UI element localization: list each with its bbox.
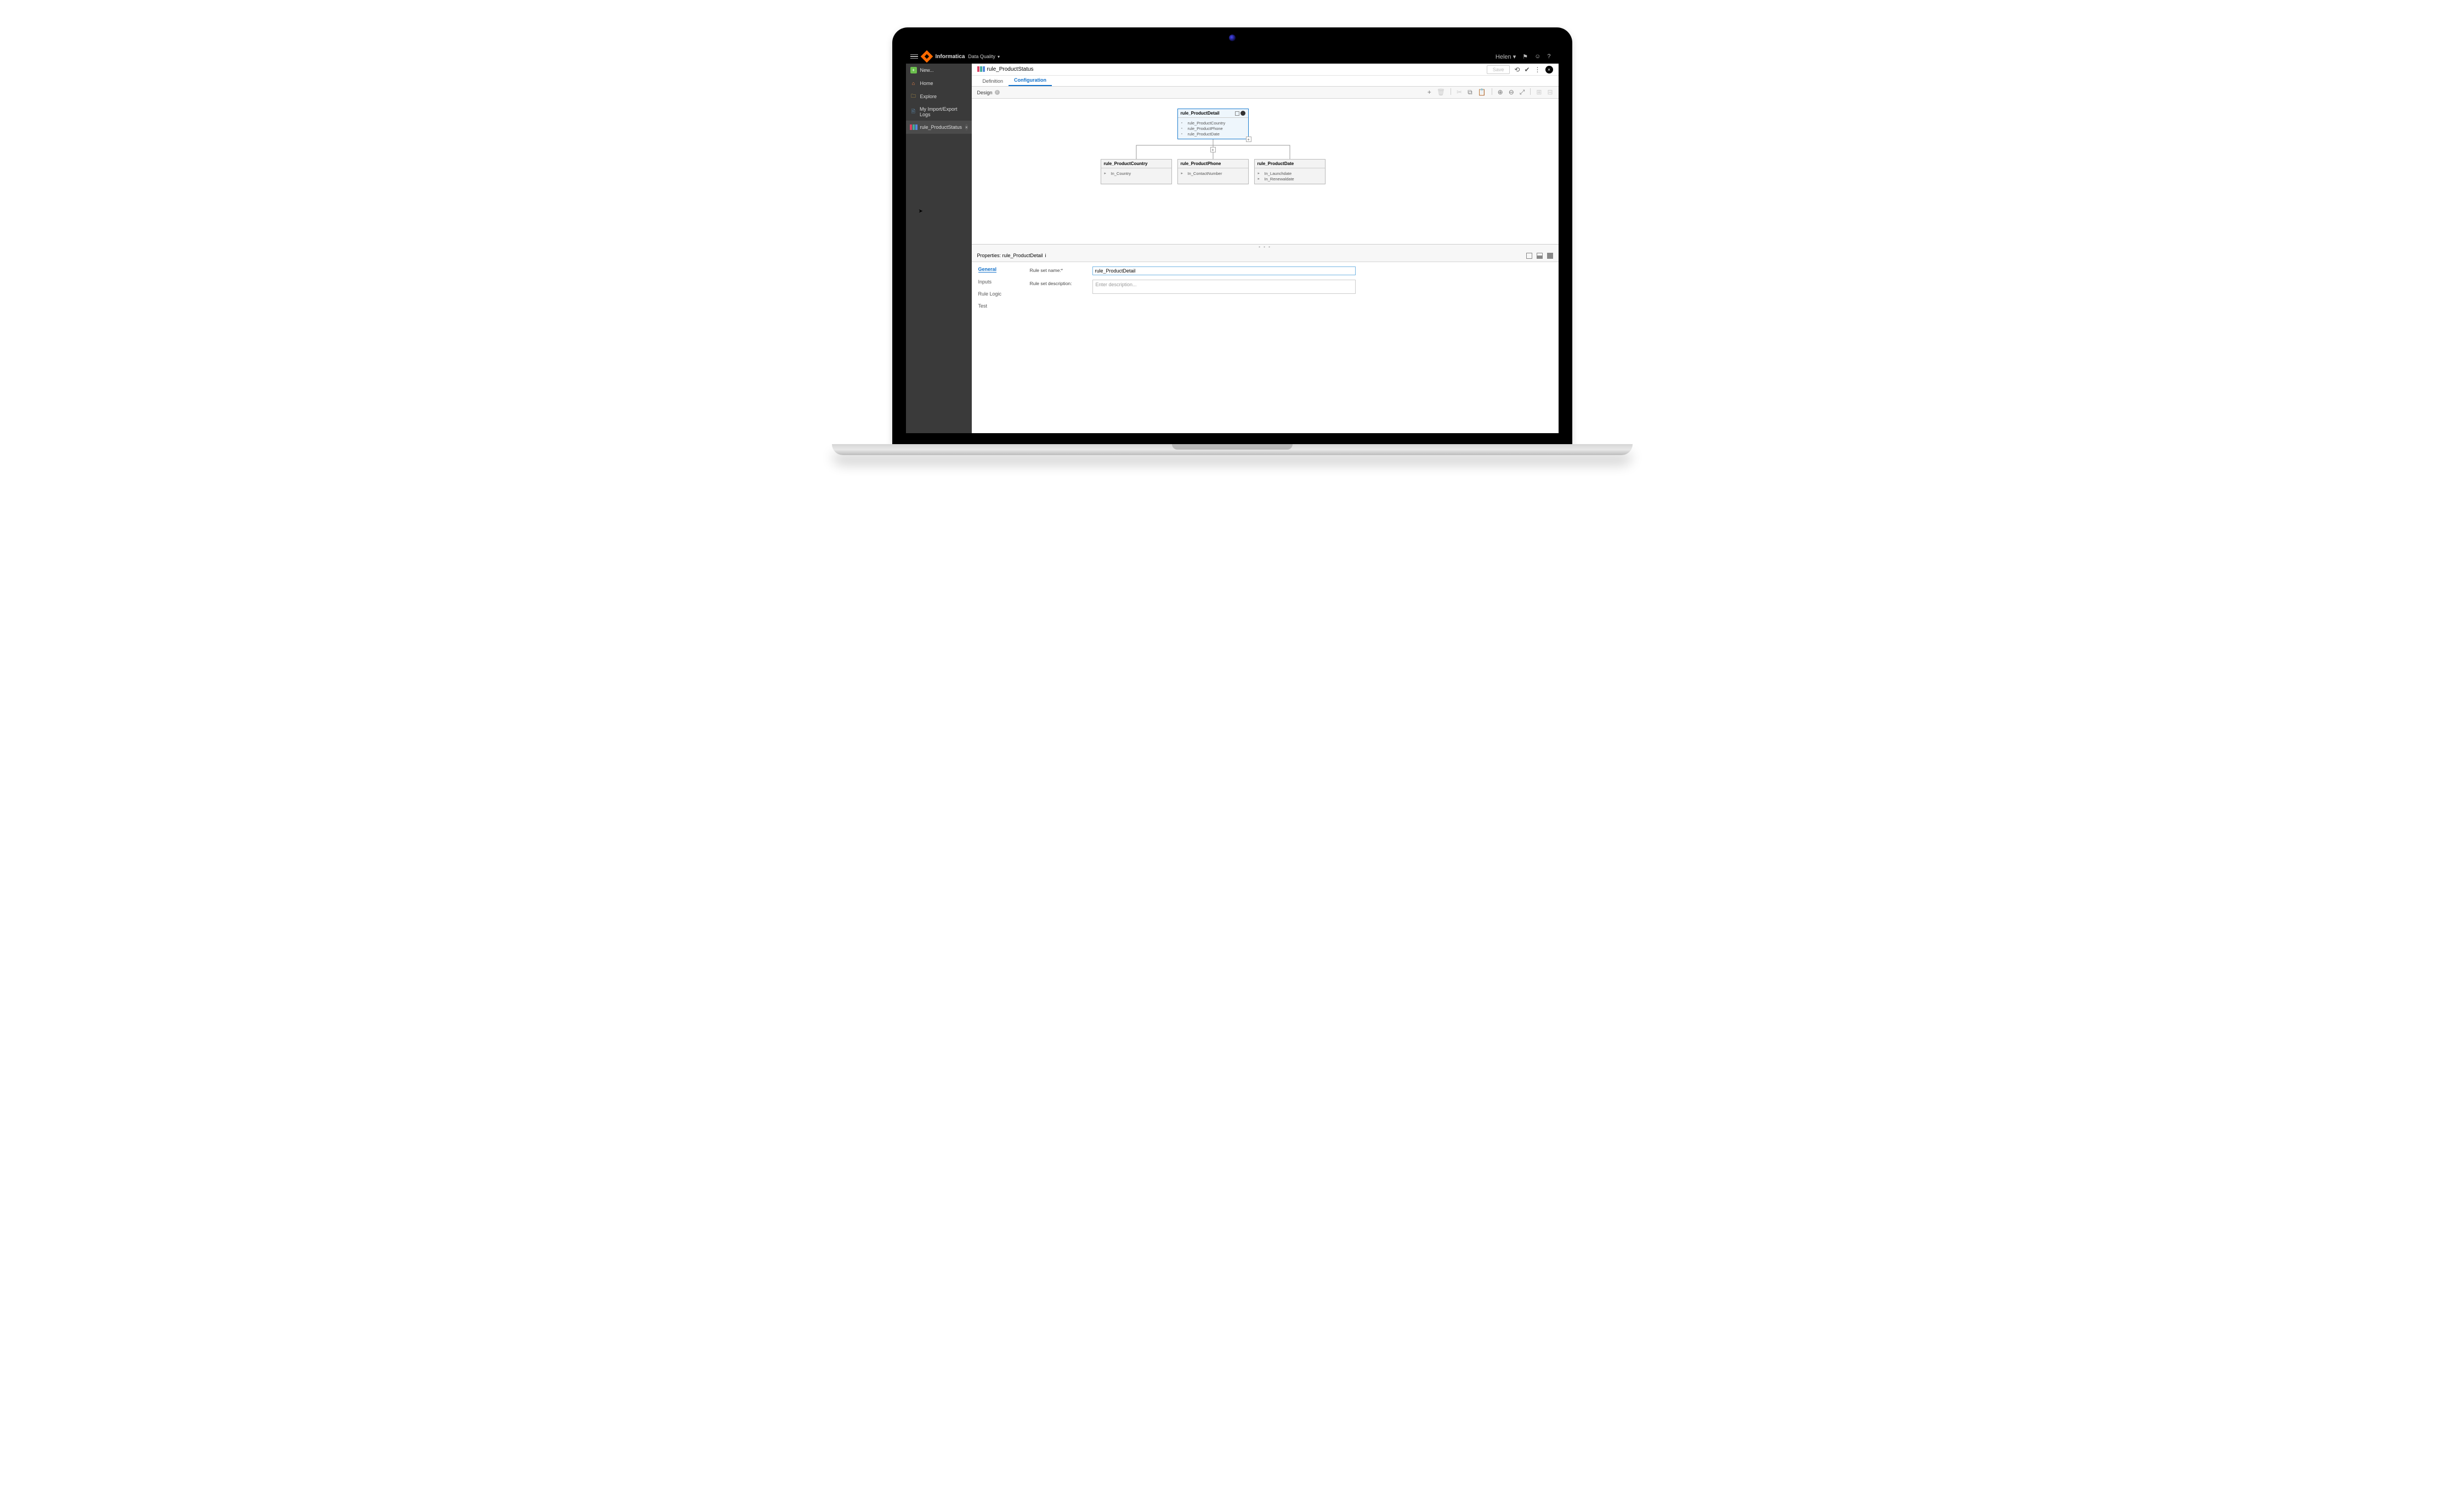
- node-parent[interactable]: rule_ProductDetail rule_ProductCountry r…: [1177, 109, 1249, 139]
- design-label: Design: [977, 90, 993, 95]
- properties-title: Properties: rule_ProductDetail: [977, 253, 1043, 258]
- properties-header: Properties: rule_ProductDetail i: [972, 250, 1559, 262]
- delete-icon[interactable]: 🗑: [1437, 88, 1445, 97]
- main-panel: rule_ProductStatus Save ⟲ ✔ ⋮ × Definiti…: [972, 64, 1559, 433]
- name-field-label: Rule set name:*: [1030, 266, 1085, 273]
- collapse-icon[interactable]: ⊟: [1547, 88, 1553, 97]
- sidebar-item-label: rule_ProductStatus: [920, 124, 962, 130]
- sidebar-item-label: Explore: [920, 94, 937, 99]
- prop-tab-test[interactable]: Test: [978, 303, 1017, 309]
- asset-titlebar: rule_ProductStatus Save ⟲ ✔ ⋮ ×: [972, 64, 1559, 76]
- node-field[interactable]: rule_ProductDate: [1181, 131, 1245, 137]
- node-child[interactable]: rule_ProductCountry In_Country: [1101, 159, 1172, 184]
- prop-tab-inputs[interactable]: Inputs: [978, 279, 1017, 285]
- copy-icon[interactable]: ⧉: [1468, 88, 1472, 97]
- properties-panel: General Inputs Rule Logic Test Rule set …: [972, 262, 1559, 434]
- plus-icon: +: [910, 67, 917, 73]
- info-icon[interactable]: i: [1045, 253, 1046, 258]
- sidebar-item-logs[interactable]: 🗎 My Import/Export Logs: [906, 103, 972, 121]
- close-icon[interactable]: ×: [1545, 66, 1553, 73]
- sidebar-item-home[interactable]: ⌂ Home: [906, 77, 972, 90]
- chevron-down-icon: ▾: [1513, 54, 1516, 60]
- document-icon: 🗎: [910, 109, 916, 115]
- ruleset-description-input[interactable]: Enter description...: [1092, 280, 1356, 294]
- pane-max-icon[interactable]: [1547, 253, 1553, 259]
- node-menu-icon[interactable]: [1241, 111, 1245, 116]
- brand-logo-icon: [920, 50, 933, 63]
- node-title: rule_ProductCountry: [1104, 161, 1148, 166]
- fit-icon[interactable]: ⤢: [1520, 88, 1525, 97]
- add-sibling-handle[interactable]: +: [1246, 137, 1251, 142]
- folder-icon: 🗀: [910, 93, 917, 100]
- kebab-menu-icon[interactable]: ⋮: [1534, 66, 1541, 73]
- help-icon[interactable]: ?: [1547, 53, 1550, 60]
- sidebar-item-new[interactable]: + New...: [906, 64, 972, 77]
- panel-splitter[interactable]: • • •: [972, 245, 1559, 250]
- user-menu[interactable]: Helen ▾: [1496, 53, 1516, 60]
- pane-half-icon[interactable]: [1537, 253, 1543, 259]
- design-toolbar: Design i + 🗑 ✂ ⧉ 📋 ⊕ ⊖ ⤢: [972, 87, 1559, 99]
- node-title: rule_ProductDetail: [1181, 111, 1220, 116]
- camera-lens: [1229, 35, 1236, 41]
- node-title: rule_ProductDate: [1258, 161, 1294, 166]
- rule-spec-icon: [977, 66, 984, 73]
- add-child-handle[interactable]: +: [1210, 147, 1216, 152]
- node-child[interactable]: rule_ProductDate In_Launchdate In_Renewa…: [1254, 159, 1326, 184]
- info-icon[interactable]: i: [995, 90, 1000, 95]
- design-canvas[interactable]: rule_ProductDetail rule_ProductCountry r…: [972, 99, 1559, 245]
- expand-icon[interactable]: ⊞: [1536, 88, 1542, 97]
- validate-icon[interactable]: ✔: [1524, 66, 1530, 73]
- node-child[interactable]: rule_ProductPhone In_ContactNumber: [1177, 159, 1249, 184]
- asset-title: rule_ProductStatus: [987, 66, 1034, 72]
- node-field[interactable]: rule_ProductCountry: [1181, 120, 1245, 126]
- mouse-cursor-icon: ➤: [919, 208, 923, 214]
- desc-field-label: Rule set description:: [1030, 280, 1085, 286]
- node-field[interactable]: In_Country: [1104, 171, 1168, 176]
- pane-min-icon[interactable]: [1526, 253, 1532, 259]
- paste-icon[interactable]: 📋: [1478, 88, 1486, 97]
- zoom-in-icon[interactable]: ⊕: [1498, 88, 1503, 97]
- sub-tabs: Definition Configuration: [972, 76, 1559, 87]
- app-header: Informatica Data Quality▾ Helen ▾ ⚑ ☺ ?: [906, 49, 1559, 64]
- sidebar: + New... ⌂ Home 🗀 Explore 🗎 My Import/Ex…: [906, 64, 972, 433]
- save-button[interactable]: Save: [1487, 65, 1510, 74]
- laptop-notch: [1172, 444, 1293, 450]
- menu-icon[interactable]: [910, 54, 918, 59]
- tab-definition[interactable]: Definition: [977, 76, 1009, 86]
- sidebar-item-explore[interactable]: 🗀 Explore: [906, 90, 972, 103]
- cut-icon[interactable]: ✂: [1457, 88, 1462, 97]
- sidebar-item-label: My Import/Export Logs: [920, 106, 967, 117]
- zoom-out-icon[interactable]: ⊖: [1509, 88, 1514, 97]
- close-tab-icon[interactable]: ×: [965, 124, 968, 130]
- home-icon: ⌂: [910, 80, 917, 87]
- node-minimize-icon[interactable]: [1235, 111, 1239, 116]
- node-field[interactable]: rule_ProductPhone: [1181, 126, 1245, 131]
- brand-name: Informatica: [936, 54, 965, 60]
- module-switcher[interactable]: Data Quality▾: [968, 54, 1000, 59]
- node-field[interactable]: In_Renewaldate: [1258, 176, 1322, 181]
- node-field[interactable]: In_ContactNumber: [1181, 171, 1245, 176]
- prop-tab-general[interactable]: General: [978, 266, 997, 273]
- flag-icon[interactable]: ⚑: [1522, 53, 1528, 60]
- prop-tab-rule-logic[interactable]: Rule Logic: [978, 291, 1017, 297]
- node-field[interactable]: In_Launchdate: [1258, 171, 1322, 176]
- separator: [1530, 88, 1531, 95]
- sidebar-item-label: Home: [920, 81, 933, 86]
- chevron-down-icon: ▾: [998, 54, 1000, 59]
- add-icon[interactable]: +: [1428, 88, 1431, 97]
- node-title: rule_ProductPhone: [1181, 161, 1221, 166]
- rule-spec-icon: [910, 124, 917, 130]
- sidebar-item-rule[interactable]: rule_ProductStatus ×: [906, 121, 972, 134]
- tab-configuration[interactable]: Configuration: [1009, 75, 1052, 86]
- sidebar-item-label: New...: [920, 67, 934, 73]
- history-icon[interactable]: ⟲: [1514, 66, 1520, 73]
- user-icon[interactable]: ☺: [1534, 53, 1540, 60]
- ruleset-name-input[interactable]: [1092, 266, 1356, 275]
